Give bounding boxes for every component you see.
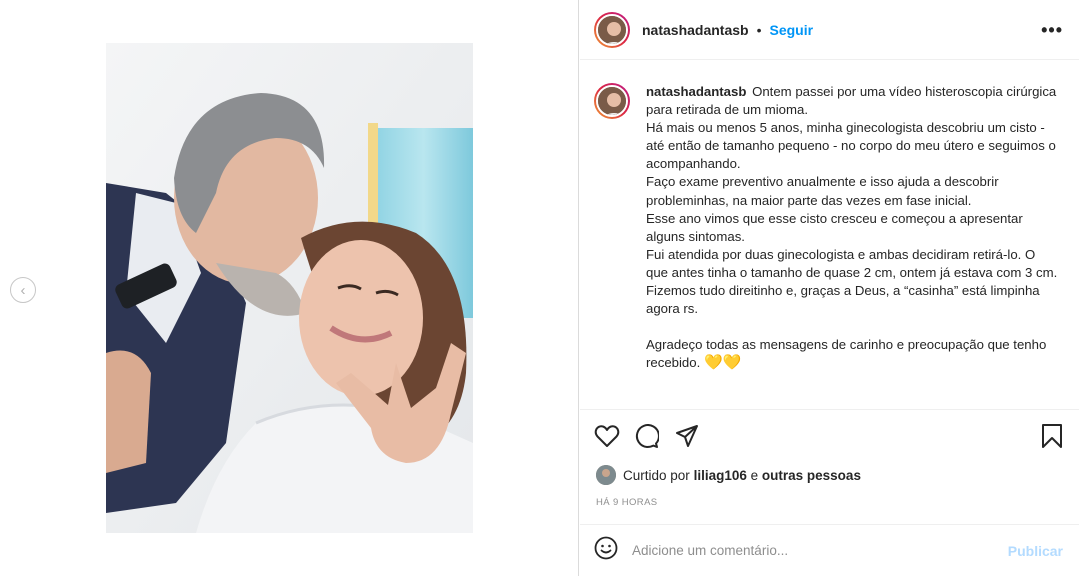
media-pane: ‹ <box>0 0 579 576</box>
avatar-image <box>596 85 628 117</box>
chevron-left-icon: ‹ <box>20 281 26 299</box>
comment-input[interactable] <box>632 543 1008 558</box>
follow-button[interactable]: Seguir <box>770 22 814 38</box>
yellow-hearts-emoji: 💛💛 <box>703 354 742 372</box>
action-bar: Curtido por liliag106 e outras pessoas H… <box>580 409 1079 524</box>
post-photo-illustration <box>106 43 473 533</box>
separator-dot: • <box>756 21 762 38</box>
caption-paragraph: Fizemos tudo direitinho e, graças a Deus… <box>646 283 1040 317</box>
publish-button[interactable]: Publicar <box>1008 543 1063 559</box>
caption-paragraph: Agradeço todas as mensagens de carinho e… <box>646 336 1059 372</box>
smiley-icon[interactable] <box>594 536 618 565</box>
previous-post-button[interactable]: ‹ <box>10 277 36 303</box>
caption-paragraph: natashadantasb Ontem passei por uma víde… <box>646 83 1059 119</box>
post-timestamp[interactable]: HÁ 9 HORAS <box>596 497 658 508</box>
comment-bar: Publicar <box>580 524 1079 576</box>
likes-prefix: Curtido por <box>623 467 690 483</box>
caption-author-avatar[interactable] <box>594 83 630 119</box>
likes-connector: e <box>750 467 759 483</box>
post-header: natashadantasb • Seguir ••• <box>580 0 1079 60</box>
bookmark-icon[interactable] <box>1041 424 1063 453</box>
caption-username[interactable]: natashadantasb <box>646 84 746 99</box>
caption-paragraph: Faço exame preventivo anualmente e isso … <box>646 174 999 208</box>
comment-icon[interactable] <box>635 424 660 453</box>
author-avatar[interactable] <box>594 11 630 48</box>
post-photo[interactable] <box>106 43 473 533</box>
caption-text: natashadantasb Ontem passei por uma víde… <box>646 83 1059 408</box>
liker-avatar[interactable] <box>596 465 616 485</box>
avatar-image <box>596 13 628 46</box>
others-link[interactable]: outras pessoas <box>762 468 861 483</box>
more-options-icon[interactable]: ••• <box>1041 20 1063 41</box>
caption-paragraph: Fui atendida por duas ginecologista e am… <box>646 246 1058 280</box>
instagram-post: ‹ natashadantasb • Seguir ••• natashadan… <box>0 0 1079 576</box>
likes-summary: Curtido por liliag106 e outras pessoas <box>596 465 861 485</box>
caption-paragraph: Há mais ou menos 5 anos, minha ginecolog… <box>646 120 1056 172</box>
heart-icon[interactable] <box>594 424 620 453</box>
share-icon[interactable] <box>675 424 699 453</box>
caption-area: natashadantasb Ontem passei por uma víde… <box>580 61 1079 408</box>
author-username[interactable]: natashadantasb <box>642 22 749 38</box>
liker-username[interactable]: liliag106 <box>694 468 747 483</box>
post-sidebar: natashadantasb • Seguir ••• natashadanta… <box>580 0 1079 576</box>
caption-paragraph: Esse ano vimos que esse cisto cresceu e … <box>646 210 1023 244</box>
